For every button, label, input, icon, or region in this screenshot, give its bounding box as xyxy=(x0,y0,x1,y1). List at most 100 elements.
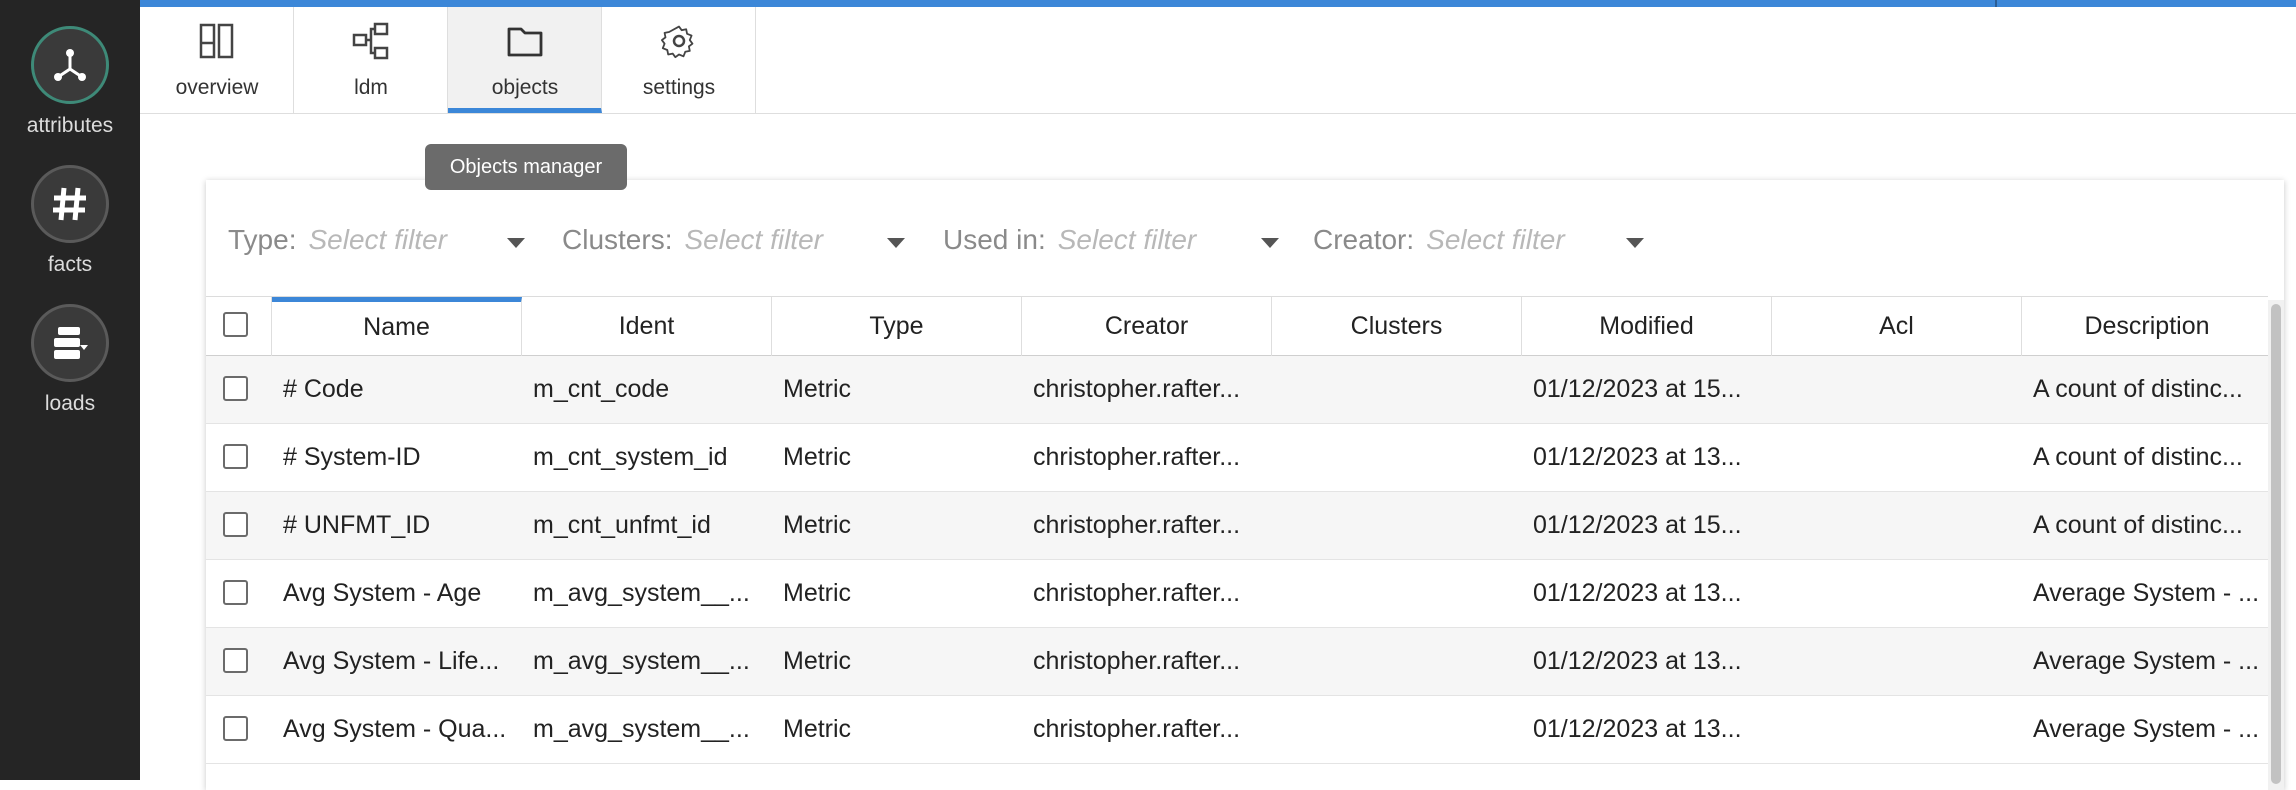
cell-acl xyxy=(1772,492,2022,559)
row-checkbox[interactable] xyxy=(223,512,248,537)
tab-objects[interactable]: objects xyxy=(448,7,602,113)
cell-creator: christopher.rafter... xyxy=(1033,443,1241,471)
table-row[interactable]: Avg System - Life... m_avg_system__... Met… xyxy=(206,628,2268,696)
filter-label: Creator: xyxy=(1313,224,1415,255)
cell-creator: christopher.rafter... xyxy=(1033,579,1241,607)
cell-clusters xyxy=(1272,492,1522,559)
table-row[interactable]: # UNFMT_ID m_cnt_unfmt_id Metric christophe… xyxy=(206,492,2268,560)
select-all-cell xyxy=(206,297,272,356)
sidebar: attributes facts loads xyxy=(0,0,140,780)
clusters-filter[interactable]: Clusters: Select filter xyxy=(562,224,905,260)
cell-name: # System-ID xyxy=(283,443,421,471)
cell-clusters xyxy=(1272,424,1522,491)
cell-description: A count of distinc... xyxy=(2033,443,2243,471)
column-header-description[interactable]: Description xyxy=(2022,297,2272,356)
column-header-creator[interactable]: Creator xyxy=(1022,297,1272,356)
tab-overview[interactable]: overview xyxy=(140,7,294,113)
sidebar-item-attributes[interactable]: attributes xyxy=(0,20,140,150)
cell-creator: christopher.rafter... xyxy=(1033,647,1241,675)
table-row[interactable]: Avg System - Qua... m_avg_system__... Metr… xyxy=(206,696,2268,764)
column-header-clusters[interactable]: Clusters xyxy=(1272,297,1522,356)
filter-placeholder: Select filter xyxy=(684,224,823,255)
column-header-modified[interactable]: Modified xyxy=(1522,297,1772,356)
tab-label: ldm xyxy=(354,76,388,99)
filter-bar: Type: Select filter Clusters: Select filte… xyxy=(206,180,2284,296)
cell-ident: m_avg_system__... xyxy=(533,647,750,675)
cell-name: Avg System - Life... xyxy=(283,647,500,675)
top-accent-bar xyxy=(0,0,2296,7)
cell-description: Average System - ... xyxy=(2033,715,2260,743)
used-in-filter[interactable]: Used in: Select filter xyxy=(943,224,1279,260)
cell-creator: christopher.rafter... xyxy=(1033,511,1241,539)
overview-icon xyxy=(199,23,234,59)
row-checkbox[interactable] xyxy=(223,716,248,741)
row-checkbox[interactable] xyxy=(223,580,248,605)
row-checkbox[interactable] xyxy=(223,376,248,401)
column-header-acl[interactable]: Acl xyxy=(1772,297,2022,356)
folder-icon xyxy=(507,27,543,57)
sidebar-item-facts[interactable]: facts xyxy=(0,159,140,289)
table-row[interactable]: # Code m_cnt_code Metric christopher.rafter… xyxy=(206,356,2268,424)
tab-bar-divider xyxy=(140,113,2296,114)
cell-type: Metric xyxy=(783,579,852,607)
filter-label: Clusters: xyxy=(562,224,673,255)
row-checkbox[interactable] xyxy=(223,648,248,673)
cell-acl xyxy=(1772,696,2022,763)
column-header-name[interactable]: Name xyxy=(272,297,522,356)
cell-clusters xyxy=(1272,628,1522,695)
cell-type: Metric xyxy=(783,647,852,675)
cell-modified: 01/12/2023 at 13... xyxy=(1533,647,1742,675)
scrollbar-thumb[interactable] xyxy=(2271,304,2281,784)
cell-acl xyxy=(1772,560,2022,627)
cell-acl xyxy=(1772,356,2022,423)
cell-ident: m_cnt_system_id xyxy=(533,443,728,471)
select-all-checkbox[interactable] xyxy=(223,312,248,337)
column-header-ident[interactable]: Ident xyxy=(522,297,772,356)
tab-label: settings xyxy=(642,76,716,99)
cell-name: Avg System - Age xyxy=(283,579,482,607)
sidebar-item-label: loads xyxy=(44,392,96,415)
sidebar-item-loads[interactable]: loads xyxy=(0,298,140,428)
cell-modified: 01/12/2023 at 13... xyxy=(1533,579,1742,607)
creator-filter[interactable]: Creator: Select filter xyxy=(1313,224,1644,260)
cell-type: Metric xyxy=(783,715,852,743)
table-row[interactable]: # System-ID m_cnt_system_id Metric christop… xyxy=(206,424,2268,492)
cell-modified: 01/12/2023 at 15... xyxy=(1533,375,1742,403)
filter-placeholder: Select filter xyxy=(1057,224,1197,255)
cell-description: Average System - ... xyxy=(2033,579,2260,607)
server-load-icon xyxy=(31,304,109,382)
chevron-down-icon[interactable] xyxy=(1626,238,1644,248)
filter-label: Type: xyxy=(228,224,297,255)
cell-creator: christopher.rafter... xyxy=(1033,375,1241,403)
tab-ldm[interactable]: ldm xyxy=(294,7,448,113)
chevron-down-icon[interactable] xyxy=(887,238,905,248)
objects-panel: Type: Select filter Clusters: Select filte… xyxy=(206,180,2284,790)
cell-type: Metric xyxy=(783,511,852,539)
chevron-down-icon[interactable] xyxy=(1261,238,1279,248)
ldm-diagram-icon xyxy=(352,22,389,60)
table-row[interactable]: Avg System - Age m_avg_system__... Metric c… xyxy=(206,560,2268,628)
chevron-down-icon[interactable] xyxy=(507,238,525,248)
sidebar-item-label: attributes xyxy=(26,114,114,137)
row-checkbox[interactable] xyxy=(223,444,248,469)
table-header: Name Ident Type Creator Clusters Modifie… xyxy=(206,296,2268,356)
cell-ident: m_avg_system__... xyxy=(533,715,750,743)
cell-type: Metric xyxy=(783,443,852,471)
cell-name: # UNFMT_ID xyxy=(283,511,431,539)
objects-tooltip: Objects manager xyxy=(425,144,627,190)
cell-name: Avg System - Qua... xyxy=(283,715,507,743)
type-filter[interactable]: Type: Select filter xyxy=(228,224,525,260)
vertical-scrollbar[interactable] xyxy=(2268,300,2284,790)
cell-modified: 01/12/2023 at 13... xyxy=(1533,443,1742,471)
cell-description: A count of distinc... xyxy=(2033,511,2243,539)
cell-acl xyxy=(1772,424,2022,491)
filter-placeholder: Select filter xyxy=(308,224,447,255)
cell-acl xyxy=(1772,628,2022,695)
attributes-hub-icon xyxy=(31,26,109,104)
tab-settings[interactable]: settings xyxy=(602,7,756,113)
cell-creator: christopher.rafter... xyxy=(1033,715,1241,743)
column-header-type[interactable]: Type xyxy=(772,297,1022,356)
cell-type: Metric xyxy=(783,375,852,403)
cell-name: # Code xyxy=(283,375,364,403)
cell-clusters xyxy=(1272,696,1522,763)
